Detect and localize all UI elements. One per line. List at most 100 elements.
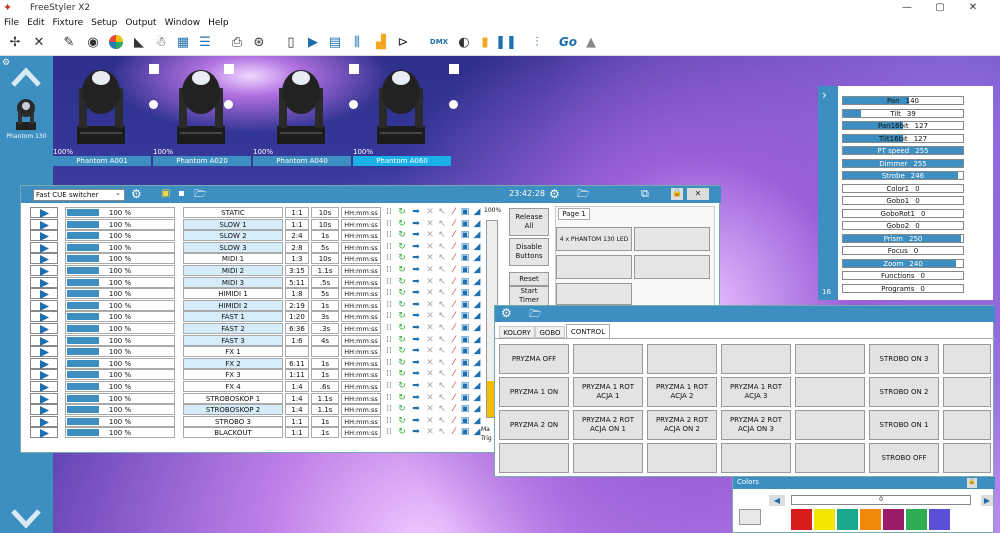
loop-icon[interactable]: ↻ — [396, 265, 408, 276]
open-folder-icon[interactable]: 🗁 — [577, 187, 589, 204]
fixture-select-checkbox[interactable] — [449, 64, 459, 74]
cue-play-button[interactable] — [30, 404, 58, 416]
no-sound-icon[interactable]: ⁄ — [448, 219, 460, 230]
cue-row[interactable]: 100 % FAST 1 1:20 3s HH:mm:ss ⁞⁞ ↻ ➡ ✕ ↖ ⁄ ▣ ◢ — [25, 311, 495, 323]
menu-output[interactable]: Output — [125, 16, 156, 30]
no-sound-icon[interactable]: ⁄ — [448, 242, 460, 253]
arrow-right-icon[interactable]: ➡ — [409, 242, 423, 253]
color-swatch[interactable] — [883, 509, 904, 530]
popout-icon[interactable]: ⧉ — [641, 187, 649, 201]
pointer-icon[interactable]: ↖ — [437, 230, 447, 241]
cue-steps[interactable]: 1:1 — [285, 427, 309, 439]
empty-control-button[interactable] — [943, 377, 991, 407]
chevron-down-icon[interactable]: ⌄ — [115, 189, 121, 197]
channel-fader[interactable]: Pan16bit 127 — [842, 121, 964, 130]
cue-row[interactable]: 100 % MIDI 3 5:11.5s HH:mm:ss ⁞⁞ ↻ ➡ ✕ ↖ ⁄ ▣ ◢ — [25, 276, 495, 289]
level-icon[interactable]: ◢ — [471, 288, 483, 299]
channel-fader[interactable]: Tilt16bit 127 — [842, 133, 964, 143]
no-sound-icon[interactable]: ⁄ — [448, 381, 460, 392]
scroll-down-arrow-icon[interactable] — [10, 508, 42, 530]
loop-icon[interactable]: ↻ — [396, 358, 408, 369]
cue-bar-icon[interactable]: ▤ — [326, 33, 344, 51]
cue-steps[interactable]: 1:1 — [285, 218, 309, 230]
cue-play-button[interactable] — [30, 381, 58, 392]
level-icon[interactable]: ◢ — [471, 346, 483, 357]
level-icon[interactable]: ◢ — [471, 265, 483, 276]
cue-intensity-bar[interactable]: 100 % — [65, 218, 175, 230]
cue-timecode[interactable]: HH:mm:ss — [341, 427, 381, 439]
cue-timecode[interactable]: HH:mm:ss — [341, 369, 381, 381]
beam-icon[interactable]: ◣ — [130, 33, 148, 51]
no-sound-icon[interactable]: ⁄ — [448, 323, 460, 334]
pointer-icon[interactable]: ↖ — [437, 207, 447, 218]
channel-fader[interactable]: Gobo2 0 — [842, 221, 964, 230]
empty-control-button[interactable] — [573, 344, 643, 374]
control-button[interactable]: PRYZMA 1 ROT ACJA 3 — [721, 377, 791, 407]
cue-play-button[interactable] — [30, 241, 58, 253]
info-icon[interactable]: ▣ — [460, 323, 470, 334]
empty-control-button[interactable] — [721, 344, 791, 374]
cue-fade-time[interactable]: 10s — [311, 207, 339, 218]
cue-steps[interactable]: 1:1 — [285, 207, 309, 218]
channel-fader[interactable]: PT speed 255 — [842, 146, 964, 155]
dots-grid-icon[interactable]: ⁞⁞ — [383, 416, 395, 427]
sidebar-fixture-icon[interactable] — [12, 94, 40, 132]
level-icon[interactable]: ◢ — [471, 381, 483, 392]
cue-row[interactable]: 100 % SLOW 2 2:4 1s HH:mm:ss ⁞⁞ ↻ ➡ ✕ ↖ ⁄ ▣ ◢ — [25, 230, 495, 242]
cue-timecode[interactable]: HH:mm:ss — [341, 415, 381, 427]
cue-mode-select[interactable]: Fast CUE switcher — [33, 189, 125, 201]
channel-fader[interactable]: Functions 0 — [842, 271, 964, 280]
new-page-icon[interactable]: ▯ — [282, 33, 300, 51]
control-button[interactable]: PRYZMA 2 ON — [499, 410, 569, 440]
control-button[interactable]: PRYZMA 1 ROT ACJA 2 — [647, 377, 717, 407]
close-button[interactable]: ✕ — [958, 0, 988, 16]
control-button[interactable]: STROBO ON 1 — [869, 410, 939, 440]
cue-intensity-bar[interactable]: 100 % — [65, 334, 175, 346]
cue-play-button[interactable] — [30, 218, 58, 230]
cue-name[interactable]: FX 2 — [183, 357, 283, 369]
level-icon[interactable]: ◢ — [471, 300, 483, 311]
pointer-icon[interactable]: ↖ — [437, 288, 447, 299]
color-swatch[interactable] — [906, 509, 927, 530]
cue-timecode[interactable]: HH:mm:ss — [341, 311, 381, 323]
pause-icon[interactable]: ❚❚ — [495, 33, 517, 51]
level-icon[interactable]: ◢ — [471, 242, 483, 253]
info-icon[interactable]: ▣ — [460, 358, 470, 369]
go-button[interactable]: Go — [556, 33, 580, 51]
no-sound-icon[interactable]: ⁄ — [448, 346, 460, 357]
cue-name[interactable]: HIMIDI 2 — [183, 299, 283, 311]
cue-steps[interactable]: 3:15 — [285, 265, 309, 276]
cue-intensity-bar[interactable]: 100 % — [65, 381, 175, 392]
dots-grid-icon[interactable]: ⁞⁞ — [383, 311, 395, 322]
info-icon[interactable]: ▣ — [460, 393, 470, 404]
info-icon[interactable]: ▣ — [460, 369, 470, 380]
loop-icon[interactable]: ↻ — [396, 219, 408, 230]
cue-name[interactable]: MIDI 3 — [183, 276, 283, 288]
channel-fader[interactable]: GoboRot1 0 — [842, 208, 964, 218]
person-icon[interactable]: ☃ — [152, 33, 170, 51]
dots-grid-icon[interactable]: ⁞⁞ — [383, 381, 395, 392]
cue-intensity-bar[interactable]: 100 % — [65, 276, 175, 288]
blackout-icon[interactable]: ▮ — [476, 33, 494, 51]
channel-fader[interactable]: Tilt 39 — [842, 108, 964, 118]
channel-fader[interactable]: Color1 0 — [842, 183, 964, 193]
tab-page-1[interactable]: Page 1 — [558, 208, 590, 220]
arrow-right-icon[interactable]: ➡ — [409, 358, 423, 369]
empty-control-button[interactable] — [943, 443, 991, 473]
cue-name[interactable]: FX 4 — [183, 381, 283, 392]
no-sound-icon[interactable]: ⁄ — [448, 404, 460, 415]
loop-icon[interactable]: ↻ — [396, 253, 408, 264]
no-sound-icon[interactable]: ⁄ — [448, 288, 460, 299]
cue-fade-time[interactable]: 1.1s — [311, 265, 339, 276]
dots-grid-icon[interactable]: ⁞⁞ — [383, 346, 395, 357]
level-icon[interactable]: ◢ — [471, 277, 483, 288]
empty-control-button[interactable] — [795, 377, 865, 407]
shuffle-icon[interactable]: ✕ — [424, 253, 436, 264]
slider-left-arrow-icon[interactable]: ◀ — [769, 495, 785, 506]
dots-grid-icon[interactable]: ⁞⁞ — [383, 358, 395, 369]
new-file-icon[interactable]: ▣ — [161, 188, 170, 199]
arrow-right-icon[interactable]: ➡ — [409, 335, 423, 346]
shuffle-icon[interactable]: ✕ — [424, 230, 436, 241]
cue-steps[interactable] — [285, 346, 309, 358]
cue-intensity-bar[interactable]: 100 % — [65, 357, 175, 369]
